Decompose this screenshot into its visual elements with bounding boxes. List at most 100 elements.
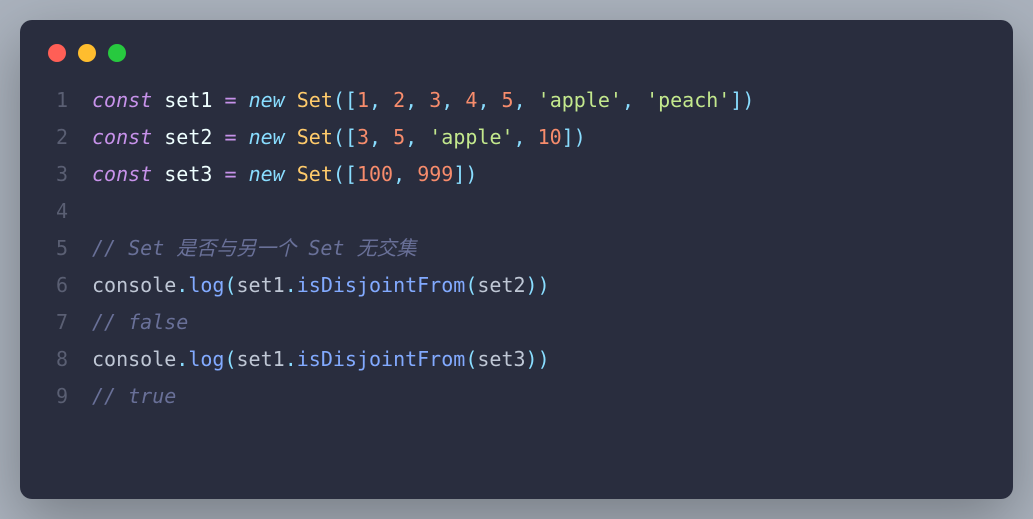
code-token: const	[92, 162, 152, 186]
line-number: 2	[48, 119, 92, 156]
code-token: ]	[562, 125, 574, 149]
code-content: console.log(set1.isDisjointFrom(set3))	[92, 341, 550, 378]
code-token	[212, 125, 224, 149]
code-token	[237, 88, 249, 112]
code-token	[152, 162, 164, 186]
code-token: 1	[357, 88, 369, 112]
code-token: (	[333, 125, 345, 149]
code-editor[interactable]: 1const set1 = new Set([1, 2, 3, 4, 5, 'a…	[48, 82, 985, 415]
code-token	[405, 162, 417, 186]
code-token: Set	[297, 162, 333, 186]
code-token: set1	[164, 88, 212, 112]
code-token: set2	[477, 273, 525, 297]
code-token: .	[176, 347, 188, 371]
code-token: .	[176, 273, 188, 297]
code-token: ,	[477, 88, 489, 112]
code-token	[417, 88, 429, 112]
code-token: Set	[297, 88, 333, 112]
code-token	[212, 88, 224, 112]
line-number: 1	[48, 82, 92, 119]
code-line: 4	[48, 193, 985, 230]
code-token: 'apple'	[429, 125, 513, 149]
code-token: )	[538, 273, 550, 297]
code-token: ,	[441, 88, 453, 112]
code-token: .	[285, 347, 297, 371]
code-token: )	[526, 347, 538, 371]
code-token	[526, 125, 538, 149]
code-token: [	[345, 125, 357, 149]
code-line: 5// Set 是否与另一个 Set 无交集	[48, 230, 985, 267]
line-number: 7	[48, 304, 92, 341]
code-token: ,	[393, 162, 405, 186]
minimize-icon[interactable]	[78, 44, 96, 62]
code-token: 'apple'	[538, 88, 622, 112]
code-token: 10	[538, 125, 562, 149]
code-line: 1const set1 = new Set([1, 2, 3, 4, 5, 'a…	[48, 82, 985, 119]
code-token	[285, 125, 297, 149]
code-token: const	[92, 88, 152, 112]
code-token	[152, 88, 164, 112]
code-token: ,	[405, 125, 417, 149]
code-token: )	[526, 273, 538, 297]
code-token: set1	[237, 347, 285, 371]
code-token: // Set 是否与另一个 Set 无交集	[92, 236, 417, 260]
code-token: log	[188, 273, 224, 297]
code-token: )	[538, 347, 550, 371]
code-token: ,	[514, 88, 526, 112]
code-token	[285, 162, 297, 186]
code-token	[237, 125, 249, 149]
code-token: ,	[369, 88, 381, 112]
code-token: ,	[405, 88, 417, 112]
code-content: console.log(set1.isDisjointFrom(set2))	[92, 267, 550, 304]
code-token: ]	[730, 88, 742, 112]
code-line: 3const set3 = new Set([100, 999])	[48, 156, 985, 193]
code-line: 8console.log(set1.isDisjointFrom(set3))	[48, 341, 985, 378]
code-token: new	[249, 162, 285, 186]
code-token	[453, 88, 465, 112]
line-number: 4	[48, 193, 92, 230]
code-content: // Set 是否与另一个 Set 无交集	[92, 230, 417, 267]
code-token	[285, 88, 297, 112]
code-token: )	[742, 88, 754, 112]
code-token: (	[333, 88, 345, 112]
code-line: 7// false	[48, 304, 985, 341]
code-token: ,	[514, 125, 526, 149]
code-content: // false	[92, 304, 188, 341]
code-token	[212, 162, 224, 186]
code-token: 999	[417, 162, 453, 186]
code-token: console	[92, 273, 176, 297]
code-token	[526, 88, 538, 112]
line-number: 9	[48, 378, 92, 415]
code-token: )	[465, 162, 477, 186]
code-token: =	[224, 88, 236, 112]
code-token: new	[249, 125, 285, 149]
window-titlebar	[48, 44, 985, 62]
code-token	[634, 88, 646, 112]
code-token: (	[465, 273, 477, 297]
code-token: // true	[92, 384, 176, 408]
code-content: // true	[92, 378, 176, 415]
code-token: ,	[622, 88, 634, 112]
close-icon[interactable]	[48, 44, 66, 62]
code-token	[417, 125, 429, 149]
code-token: 4	[465, 88, 477, 112]
code-content: const set1 = new Set([1, 2, 3, 4, 5, 'ap…	[92, 82, 754, 119]
code-token: 3	[429, 88, 441, 112]
code-token: (	[224, 273, 236, 297]
code-token: 'peach'	[646, 88, 730, 112]
code-token: (	[224, 347, 236, 371]
code-token: set3	[164, 162, 212, 186]
code-token: 2	[393, 88, 405, 112]
line-number: 5	[48, 230, 92, 267]
code-token: (	[465, 347, 477, 371]
code-content: const set3 = new Set([100, 999])	[92, 156, 477, 193]
code-token: // false	[92, 310, 188, 334]
code-token: set2	[164, 125, 212, 149]
maximize-icon[interactable]	[108, 44, 126, 62]
code-token: [	[345, 162, 357, 186]
code-window: 1const set1 = new Set([1, 2, 3, 4, 5, 'a…	[20, 20, 1013, 499]
code-token: Set	[297, 125, 333, 149]
code-token: set1	[237, 273, 285, 297]
code-token: ]	[453, 162, 465, 186]
code-token	[489, 88, 501, 112]
